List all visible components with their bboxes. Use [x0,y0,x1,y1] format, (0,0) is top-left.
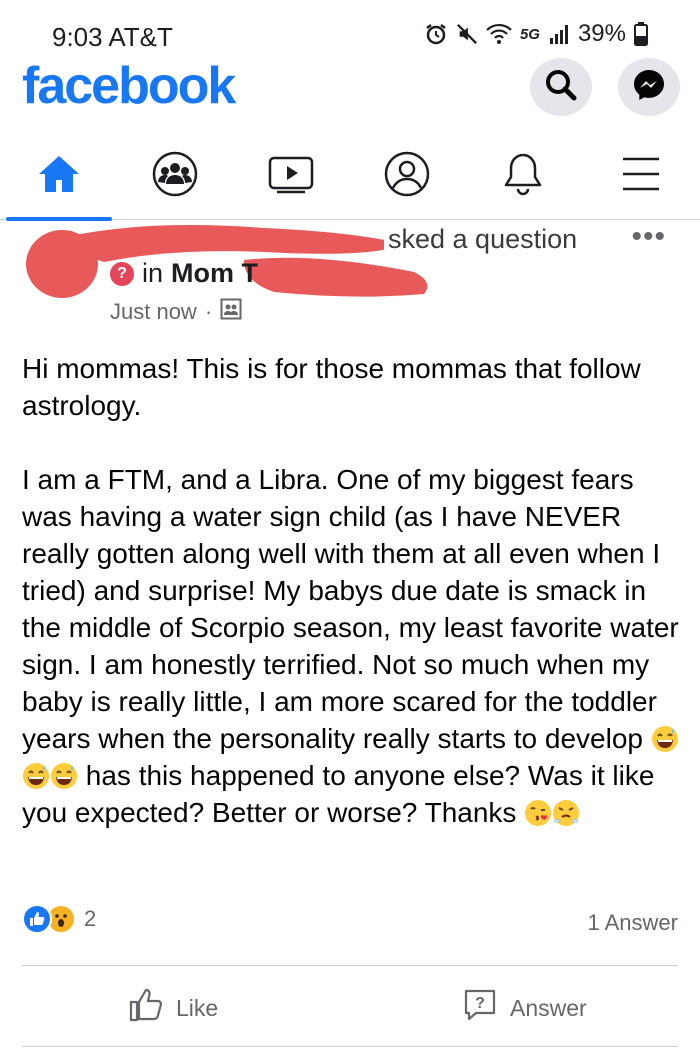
reaction-summary[interactable]: 2 [22,904,96,934]
answer-label: Answer [510,994,587,1021]
grinning-sweat-emoji-icon [22,760,50,791]
svg-text:?: ? [475,995,485,1012]
status-time: 9:03 AT&T [52,22,173,52]
answer-button[interactable]: ? Answer [462,986,587,1030]
post-timestamp[interactable]: Just now [110,299,197,325]
battery-percent: 39% [577,20,626,47]
status-icons: 5G 39% [424,20,648,48]
answer-count-link[interactable]: 1 Answer [588,910,679,936]
in-label: in [142,258,164,288]
group-line: ? in Mom T [110,258,258,289]
post-meta: Just now · [110,298,242,326]
grinning-sweat-emoji-icon [50,760,78,791]
search-button[interactable] [530,58,592,116]
group-privacy-icon [220,298,242,326]
post-header: sked a question ••• ? in Mom T Just now … [0,222,700,332]
search-icon [544,68,578,107]
facebook-logo[interactable]: facebook [22,56,236,116]
messenger-button[interactable] [618,58,680,116]
network-label: 5G [519,25,540,43]
wifi-icon [486,23,512,45]
tab-menu[interactable] [606,148,676,204]
alarm-icon [424,22,448,46]
post-paragraph-1: Hi mommas! This is for those mommas that… [22,353,641,421]
mute-icon [456,23,478,45]
post-paragraph-2-text: I am a FTM, and a Libra. One of my bigge… [22,464,679,754]
asked-question-label: sked a question [384,224,578,255]
grinning-sweat-emoji-icon [651,723,679,754]
question-answer-icon: ? [462,987,498,1029]
triumph-emoji-icon [552,797,580,828]
actions-divider-bottom [22,1046,678,1047]
messenger-icon [631,67,667,108]
signal-icon [548,23,570,45]
tab-home[interactable] [24,148,94,204]
tab-watch[interactable] [256,148,326,204]
reaction-count: 2 [84,906,97,931]
status-bar: 9:03 AT&T 5G 39% [0,0,700,56]
group-name-link[interactable]: Mom T [171,258,258,289]
active-tab-indicator [6,217,112,221]
app-header: facebook [0,56,700,120]
profile-icon [383,150,431,203]
post-paragraph-2: I am a FTM, and a Libra. One of my bigge… [22,461,682,831]
menu-icon [621,156,661,197]
post-body: Hi mommas! This is for those mommas that… [22,350,682,868]
question-badge-icon: ? [110,261,134,286]
like-reaction-icon [22,904,52,934]
tab-groups[interactable] [140,148,210,204]
like-button[interactable]: Like [128,986,218,1030]
kissing-heart-emoji-icon [524,797,552,828]
tab-notifications[interactable] [488,148,558,204]
actions-divider-top [22,965,678,966]
like-label: Like [176,994,219,1021]
battery-icon [634,22,648,46]
nav-tabs [0,138,700,221]
watch-icon [267,154,315,199]
more-options-button[interactable]: ••• [631,222,666,252]
bell-icon [501,151,545,202]
meta-separator: · [204,299,213,324]
tab-profile[interactable] [372,148,442,204]
thumbs-up-icon [128,987,164,1029]
home-icon [37,154,81,199]
groups-icon [151,150,199,203]
